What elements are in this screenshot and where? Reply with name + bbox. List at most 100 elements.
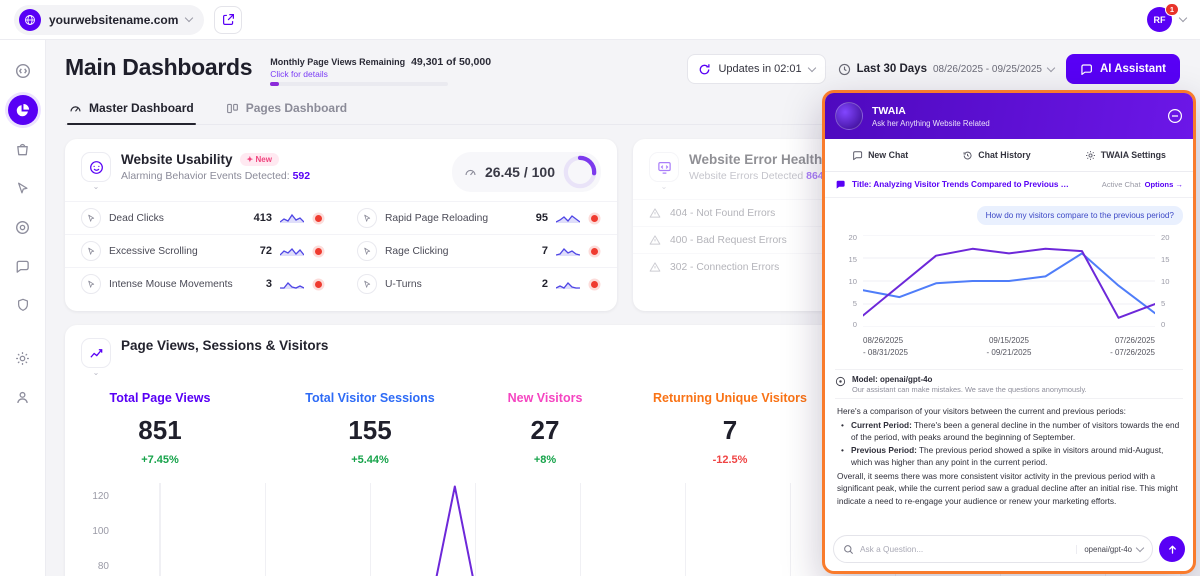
card-title: Website Error Health <box>689 152 822 167</box>
quota-details-link[interactable]: Click for details <box>270 69 465 79</box>
usability-row[interactable]: Excessive Scrolling 72 <box>65 234 341 267</box>
sidebar <box>0 40 46 576</box>
status-dot <box>315 281 322 288</box>
sparkline-icon <box>556 213 580 224</box>
answer-bullet: Current Period:There's been a general de… <box>841 419 1181 444</box>
website-selector[interactable]: yourwebsitename.com <box>14 5 204 35</box>
sidebar-item-behavior[interactable] <box>8 173 38 203</box>
status-dot <box>591 248 598 255</box>
period-range: 08/26/2025 - 09/25/2025 <box>933 64 1042 75</box>
gear-icon <box>1085 150 1096 161</box>
y-axis-tick: 80 <box>83 561 109 572</box>
metric-new-visitors[interactable]: New Visitors 27 +8% <box>500 391 590 466</box>
chevron-down-icon[interactable]: ⌄ <box>93 370 100 376</box>
usability-row[interactable]: Rage Clicking 7 <box>341 234 617 267</box>
warning-icon <box>649 261 661 273</box>
status-dot <box>591 215 598 222</box>
usability-row[interactable]: Dead Clicks 413 <box>65 201 341 234</box>
history-icon <box>962 150 973 161</box>
assistant-answer: Here's a comparison of your visitors bet… <box>835 399 1183 507</box>
sparkline-icon <box>280 213 304 224</box>
quota-progress-fill <box>270 82 279 86</box>
answer-outro: Overall, it seems there was more consist… <box>837 470 1181 507</box>
refresh-icon <box>698 63 711 76</box>
score-value: 26.45 / 100 <box>485 164 555 180</box>
ask-question-box: openai/gpt-4o <box>833 535 1153 563</box>
period-label: Last 30 Days <box>857 63 927 75</box>
updates-countdown[interactable]: Updates in 02:01 <box>687 54 825 84</box>
avatar[interactable]: RF 1 <box>1147 7 1172 32</box>
usability-row[interactable]: U-Turns 2 <box>341 267 617 300</box>
chevron-down-icon[interactable] <box>1179 14 1187 22</box>
sidebar-item-campaigns[interactable] <box>8 212 38 242</box>
topbar: yourwebsitename.com RF 1 <box>0 0 1200 40</box>
usability-row[interactable]: Rapid Page Reloading 95 <box>341 201 617 234</box>
pointer-icon <box>357 208 377 228</box>
ai-assistant-button[interactable]: AI Assistant <box>1066 54 1180 84</box>
metric-total-page-views[interactable]: Total Page Views 851 +7.45% <box>95 391 225 466</box>
errors-subtitle: Website Errors Detected 864 <box>689 170 824 182</box>
columns-icon <box>226 102 239 115</box>
status-dot <box>315 248 322 255</box>
usability-subtitle: Alarming Behavior Events Detected: 592 <box>121 170 310 182</box>
chevron-down-icon[interactable]: ⌄ <box>93 184 100 190</box>
model-select[interactable]: openai/gpt-4o <box>1076 545 1143 554</box>
sidebar-item-privacy[interactable] <box>8 290 38 320</box>
chart-plot-area <box>863 235 1155 327</box>
gauge-icon <box>464 166 477 179</box>
user-message: How do my visitors compare to the previo… <box>977 206 1183 225</box>
error-health-icon <box>649 152 679 182</box>
pointer-icon <box>81 241 101 261</box>
search-icon <box>843 544 854 555</box>
chat-options-link[interactable]: Options → <box>1145 180 1183 189</box>
chevron-down-icon <box>185 14 193 22</box>
date-range-picker[interactable]: Last 30 Days 08/26/2025 - 09/25/2025 <box>838 63 1054 76</box>
send-button[interactable] <box>1159 536 1185 562</box>
tab-chat-history[interactable]: Chat History <box>962 150 1030 161</box>
sidebar-item-overview[interactable] <box>8 56 38 86</box>
y-axis-tick: 100 <box>83 526 109 537</box>
page-views-quota: Monthly Page Views Remaining 49,301 of 5… <box>270 56 465 86</box>
page-title: Main Dashboards <box>65 54 252 81</box>
sidebar-item-account[interactable] <box>8 382 38 412</box>
tab-twaia-settings[interactable]: TWAIA Settings <box>1085 150 1166 161</box>
pointer-icon <box>357 274 377 294</box>
chevron-down-icon[interactable]: ⌄ <box>661 184 668 190</box>
chat-icon <box>852 150 863 161</box>
tab-master-dashboard[interactable]: Master Dashboard <box>67 95 196 124</box>
open-website-button[interactable] <box>214 6 242 34</box>
sidebar-item-dashboards[interactable] <box>8 95 38 125</box>
status-dot <box>591 281 598 288</box>
sidebar-item-communication[interactable] <box>8 251 38 281</box>
sidebar-item-ecommerce[interactable] <box>8 134 38 164</box>
warning-icon <box>649 234 661 246</box>
metric-total-visitor-sessions[interactable]: Total Visitor Sessions 155 +5.44% <box>295 391 445 466</box>
gauge-icon <box>69 102 82 115</box>
sparkline-icon <box>556 246 580 257</box>
minimize-icon[interactable] <box>1167 108 1183 124</box>
sparkline-icon <box>280 279 304 290</box>
trend-icon <box>81 338 111 368</box>
quota-label: Monthly Page Views Remaining <box>270 57 405 67</box>
events-count: 592 <box>293 170 311 182</box>
twaia-avatar <box>835 102 863 130</box>
usability-row[interactable]: Intense Mouse Movements 3 <box>65 267 341 300</box>
page-header: Main Dashboards Monthly Page Views Remai… <box>65 54 1180 86</box>
sidebar-item-settings[interactable] <box>8 343 38 373</box>
chevron-down-icon <box>807 63 815 71</box>
tab-pages-dashboard[interactable]: Pages Dashboard <box>224 95 349 124</box>
chat-icon <box>1080 63 1093 76</box>
tab-new-chat[interactable]: New Chat <box>852 150 908 161</box>
y-axis-right: 20151050 <box>1161 233 1183 329</box>
ask-input-row: openai/gpt-4o <box>825 529 1193 571</box>
pointer-icon <box>81 274 101 294</box>
pointer-icon <box>357 241 377 261</box>
answer-bullet: Previous Period:The previous period show… <box>841 444 1181 469</box>
model-icon <box>835 376 846 387</box>
metric-returning-unique-visitors[interactable]: Returning Unique Visitors 7 -12.5% <box>645 391 815 466</box>
ask-question-input[interactable] <box>860 544 1070 554</box>
chat-body: How do my visitors compare to the previo… <box>825 198 1193 529</box>
sparkline-icon <box>280 246 304 257</box>
sparkline-icon <box>556 279 580 290</box>
x-axis-labels: 08/26/2025- 08/31/2025 09/15/2025- 09/21… <box>863 335 1155 365</box>
